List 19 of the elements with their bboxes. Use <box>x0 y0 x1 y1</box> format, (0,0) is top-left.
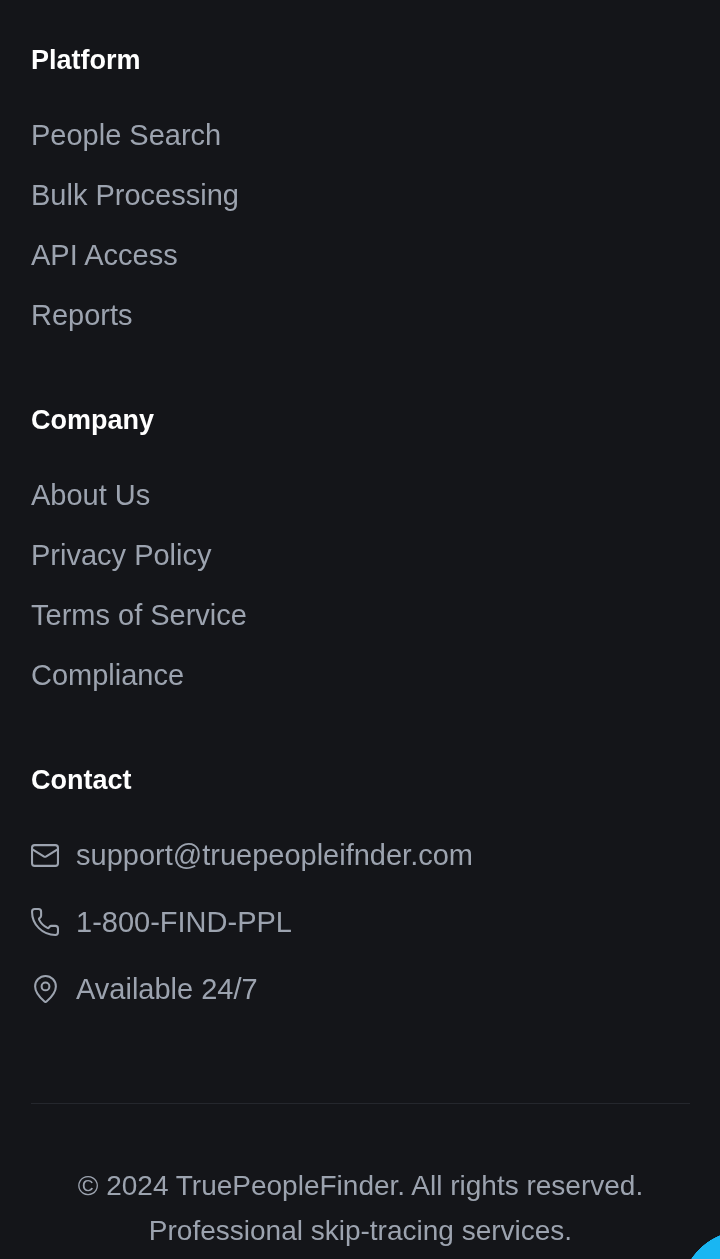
phone-icon <box>31 908 59 936</box>
tagline-text: Professional skip-tracing services. <box>148 1214 573 1248</box>
footer-link[interactable]: API Access <box>31 237 178 273</box>
section-heading: Platform <box>31 44 141 77</box>
footer-link[interactable]: Privacy Policy <box>31 537 212 573</box>
footer-link[interactable]: Terms of Service <box>31 597 247 633</box>
copyright-text: © 2024 TruePeopleFinder. All rights reserved. <box>77 1169 644 1203</box>
footer-link[interactable]: About Us <box>31 477 151 513</box>
email-address: support@truepeopleifnder.com <box>76 838 473 873</box>
phone-number: 1-800-FIND-PPL <box>76 905 292 940</box>
availability-text: Available 24/7 <box>76 972 258 1007</box>
footer-link[interactable]: Reports <box>31 297 133 333</box>
mail-icon <box>31 843 59 867</box>
footer-link[interactable]: Compliance <box>31 657 185 693</box>
map-pin-icon <box>33 975 57 1003</box>
section-heading: Contact <box>31 764 132 797</box>
section-heading: Company <box>31 404 155 437</box>
footer-link[interactable]: Bulk Processing <box>31 177 239 213</box>
footer-link[interactable]: People Search <box>31 117 222 153</box>
